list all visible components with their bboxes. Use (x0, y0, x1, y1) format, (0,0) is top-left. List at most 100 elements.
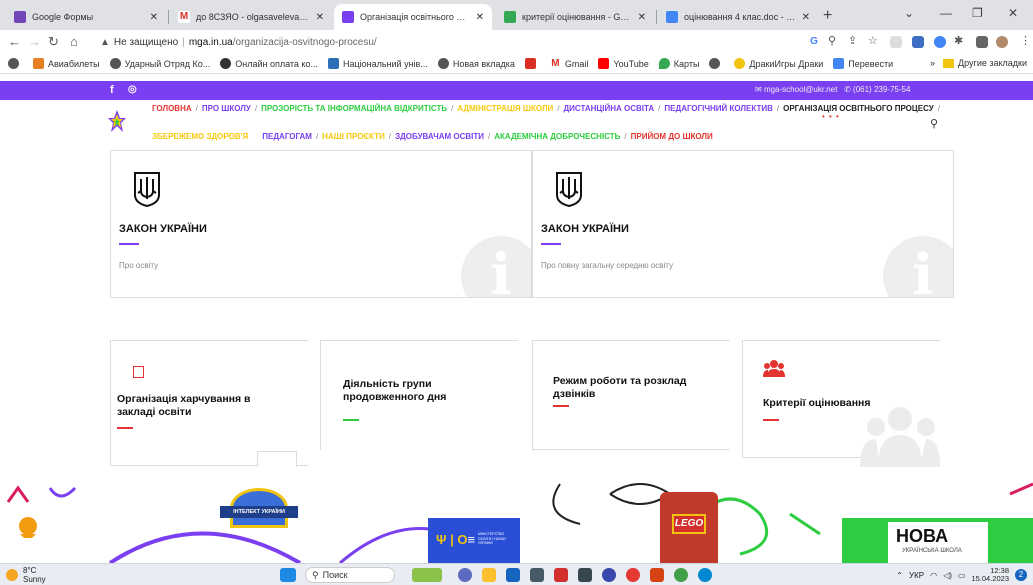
close-window-icon[interactable]: ✕ (1008, 6, 1018, 20)
reload-icon[interactable]: ↻ (48, 34, 59, 50)
nova-school-banner[interactable]: НОВА УКРАЇНСЬКА ШКОЛА (842, 518, 1033, 563)
contact-phone[interactable]: (061) 239-75-54 (853, 85, 910, 94)
mail-app-icon[interactable] (506, 568, 520, 582)
bookmark-item[interactable]: Новая вкладка (437, 58, 515, 69)
close-icon[interactable]: ✕ (476, 12, 484, 23)
tab-gmail[interactable]: M до 8С3ЯО - olgasaveleva88@gm ✕ (170, 4, 332, 30)
card-schedule[interactable]: Режим роботи та розклад дзвінків (532, 340, 730, 450)
powerpoint-icon[interactable] (650, 568, 664, 582)
bookmark-item[interactable]: Карты (658, 58, 699, 69)
nav-for-teachers[interactable]: ПЕДАГОГАМ (262, 132, 312, 141)
instagram-icon[interactable]: ◎ (128, 84, 137, 95)
nav-projects[interactable]: НАШІ ПРОЄКТИ (322, 132, 385, 141)
opera-icon[interactable] (554, 568, 568, 582)
store-icon[interactable] (530, 568, 544, 582)
widgets-icon[interactable] (412, 568, 442, 582)
notification-badge[interactable]: 2 (1015, 569, 1027, 581)
app-icon[interactable] (578, 568, 592, 582)
intellect-logo[interactable]: ІНТЕЛЕКТ УКРАЇНИ (220, 488, 298, 563)
nav-distance-learning[interactable]: ДИСТАНЦІЙНА ОСВІТА (563, 104, 654, 113)
gmail-icon: M (178, 11, 190, 23)
other-bookmarks[interactable]: Другие закладки (958, 58, 1027, 68)
law-card-education[interactable]: ЗАКОН УКРАЇНИ Про освіту i (110, 150, 532, 298)
extension-icon[interactable] (934, 36, 946, 48)
extension-icon[interactable] (890, 36, 902, 48)
nav-home[interactable]: ГОЛОВНА (152, 104, 192, 113)
tab-google-drive[interactable]: критерії оцінювання - Google Д ✕ (496, 4, 654, 30)
more-bookmarks-button[interactable]: » (930, 58, 935, 68)
close-icon[interactable]: ✕ (802, 12, 810, 23)
contact-email[interactable]: mga-school@ukr.net (764, 85, 838, 94)
bookmark-item[interactable]: Онлайн оплата ко... (220, 58, 318, 69)
sidebar-icon[interactable] (976, 36, 988, 48)
avatar[interactable] (996, 36, 1008, 48)
share-icon[interactable]: ⇪ (848, 34, 857, 47)
search-icon[interactable]: ⚲ (930, 117, 938, 130)
school-logo[interactable] (108, 110, 126, 132)
tab-organization[interactable]: Організація освітнього процесу ✕ (334, 4, 492, 30)
tab-google-forms[interactable]: Google Формы ✕ (6, 4, 166, 30)
minimize-icon[interactable]: — (940, 6, 952, 20)
forward-icon[interactable]: → (28, 34, 41, 49)
wifi-icon[interactable]: ◠ (930, 571, 937, 580)
lego-logo[interactable]: LEGO (660, 492, 718, 563)
ministry-logo[interactable]: Ψ | O≡ МІНІСТЕРСТВО ОСВІТИ І НАУКИ УКРАЇ… (428, 518, 520, 563)
home-icon[interactable]: ⌂ (70, 34, 78, 49)
nav-academic-integrity[interactable]: АКАДЕМІЧНА ДОБРОЧЕСНІСТЬ (494, 132, 620, 141)
facebook-icon[interactable]: f (110, 84, 114, 96)
windows-start-icon[interactable] (280, 568, 296, 582)
nav-about-school[interactable]: ПРО ШКОЛУ (202, 104, 251, 113)
clock[interactable]: 12:38 15.04.2023 (971, 567, 1009, 583)
nav-transparency[interactable]: ПРОЗОРІСТЬ ТА ІНФОРМАЦІЙНА ВІДКРИТІСТЬ (261, 104, 447, 113)
chat-icon[interactable] (458, 568, 472, 582)
bookmark-item[interactable] (709, 58, 724, 69)
extension-icon[interactable] (912, 36, 924, 48)
tray-chevron-icon[interactable]: ⌃ (896, 571, 903, 580)
language-indicator[interactable]: УКР (909, 571, 924, 580)
bookmark-item[interactable]: Авиабилеты (33, 58, 100, 69)
zoom-icon[interactable]: ⚲ (828, 34, 836, 47)
restore-icon[interactable]: ❐ (972, 6, 983, 20)
close-icon[interactable]: ✕ (638, 12, 646, 23)
bookmark-item[interactable]: YouTube (598, 58, 649, 69)
bookmark-item[interactable]: Ударный Отряд Ко... (109, 58, 210, 69)
battery-icon[interactable]: ▭ (958, 571, 966, 580)
address-bar[interactable]: ▲ Не защищено | mga.in.ua/organizacija-o… (100, 33, 780, 51)
nav-education-process[interactable]: ОРГАНІЗАЦІЯ ОСВІТНЬОГО ПРОЦЕСУ (783, 104, 934, 113)
tab-google-docs[interactable]: оцінювання 4 клас.doc - Google ✕ (658, 4, 818, 30)
bookmark-item[interactable]: ДракиИгры Драки (734, 58, 823, 69)
bookmark-item[interactable]: M Gmail (549, 58, 588, 69)
close-icon[interactable]: ✕ (150, 12, 158, 23)
chevron-down-icon[interactable]: ⌄ (904, 6, 914, 20)
card-extended-day-group[interactable]: Діяльність групи продовженного дня (320, 340, 518, 450)
taskbar-search[interactable]: ⚲ Поиск (305, 567, 395, 583)
back-icon[interactable]: ← (8, 34, 21, 49)
bookmark-star-icon[interactable]: ☆ (868, 34, 878, 47)
nav-admission[interactable]: ПРИЙОМ ДО ШКОЛИ (631, 132, 713, 141)
google-translate-icon[interactable]: G (808, 36, 820, 48)
menu-icon[interactable]: ⋮ (1020, 34, 1031, 47)
nav-teaching-staff[interactable]: ПЕДАГОГІЧНИЙ КОЛЕКТИВ (664, 104, 772, 113)
file-explorer-icon[interactable] (482, 568, 496, 582)
close-icon[interactable]: ✕ (316, 12, 324, 23)
bookmark-item[interactable]: Перевести (833, 58, 893, 69)
weather-widget[interactable]: 8°C Sunny (6, 566, 46, 584)
bookmark-item[interactable] (8, 58, 23, 69)
security-label[interactable]: Не защищено (114, 37, 178, 48)
nav-health[interactable]: ЗБЕРЕЖЕМО ЗДОРОВ'Я (152, 132, 248, 141)
law-card-secondary-education[interactable]: ЗАКОН УКРАЇНИ Про повну загальну середню… (532, 150, 954, 298)
nav-administration[interactable]: АДМІНІСТРАЦІЯ ШКОЛИ (457, 104, 553, 113)
bookmark-item[interactable] (524, 58, 540, 69)
bookmark-item[interactable]: Національний унів... (327, 58, 428, 69)
volume-icon[interactable]: ◁) (943, 571, 952, 580)
card-assessment-criteria[interactable]: Критерії оцінювання (742, 340, 940, 467)
nav-for-students[interactable]: ЗДОБУВАЧАМ ОСВІТИ (395, 132, 484, 141)
new-tab-button[interactable]: + (823, 7, 832, 25)
edge-icon[interactable] (698, 568, 712, 582)
extensions-puzzle-icon[interactable]: ✱ (954, 34, 963, 47)
warning-icon[interactable]: ▲ (100, 37, 110, 48)
chrome-icon[interactable] (626, 568, 640, 582)
card-catering[interactable]: Організація харчування в закладі освіти (110, 340, 308, 467)
chrome-alt-icon[interactable] (674, 568, 688, 582)
discord-icon[interactable] (602, 568, 616, 582)
